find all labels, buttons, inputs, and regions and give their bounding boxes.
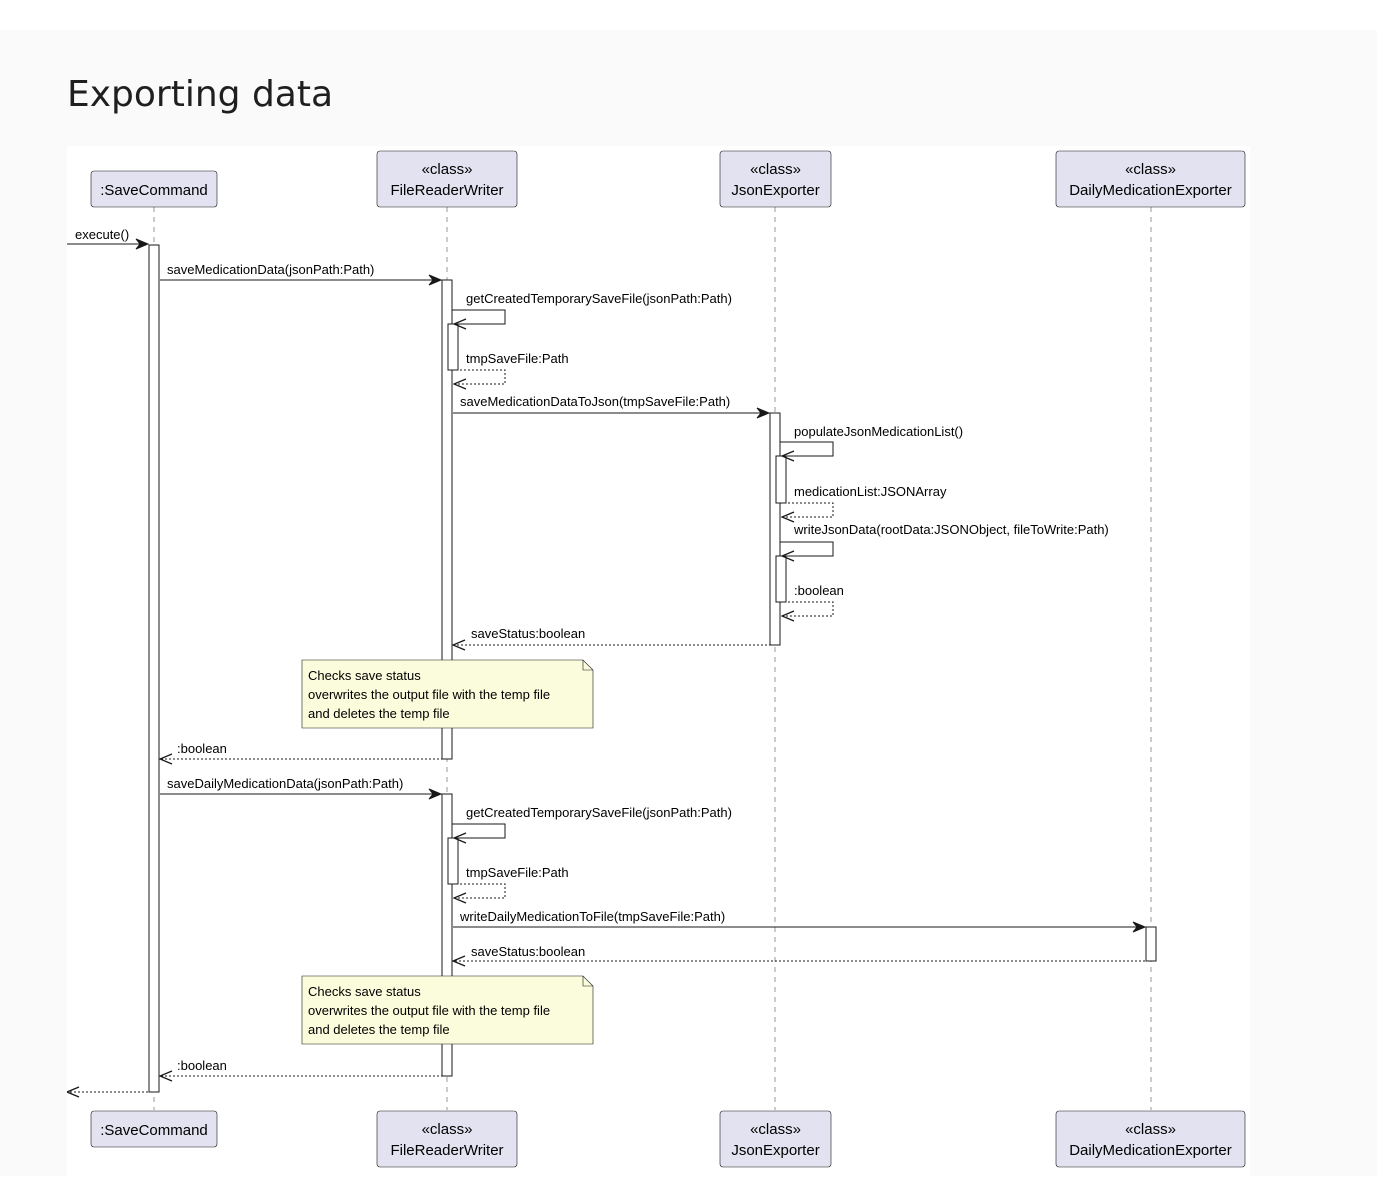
message-boolean: :boolean bbox=[160, 1058, 447, 1076]
message-label: saveMedicationData(jsonPath:Path) bbox=[167, 262, 374, 277]
activation-bar-json bbox=[769, 412, 781, 646]
activation-bar-frw bbox=[447, 323, 459, 371]
message-savemedicationdata-jsonpath-path: saveMedicationData(jsonPath:Path) bbox=[160, 262, 441, 280]
participant-name: JsonExporter bbox=[731, 1142, 819, 1159]
note-line: and deletes the temp file bbox=[308, 706, 450, 721]
message-arrow bbox=[452, 309, 506, 324]
participant-name: FileReaderWriter bbox=[390, 182, 503, 199]
message-tmpsavefile-path: tmpSaveFile:Path bbox=[452, 351, 569, 384]
message-execute: execute() bbox=[67, 227, 148, 244]
message-label: saveStatus:boolean bbox=[471, 944, 585, 959]
message-label: tmpSaveFile:Path bbox=[466, 865, 569, 880]
note: Checks save status overwrites the output … bbox=[301, 659, 594, 729]
participant-name: :SaveCommand bbox=[100, 1122, 208, 1139]
message-writejsondata-rootdata-jsonobject-filetowrite-path: writeJsonData(rootData:JSONObject, fileT… bbox=[780, 522, 1109, 556]
page-title: Exporting data bbox=[67, 74, 334, 115]
note-line: and deletes the temp file bbox=[308, 1022, 450, 1037]
message-populatejsonmedicationlist: populateJsonMedicationList() bbox=[780, 424, 963, 456]
message-getcreatedtemporarysavefile-jsonpath-path: getCreatedTemporarySaveFile(jsonPath:Pat… bbox=[452, 291, 732, 324]
participant-stereotype: «class» bbox=[750, 1121, 801, 1138]
note-line: overwrites the output file with the temp… bbox=[308, 687, 550, 702]
participant-json-bottom: «class» JsonExporter bbox=[719, 1110, 832, 1168]
message-arrow bbox=[452, 369, 506, 384]
participant-frw-top: «class» FileReaderWriter bbox=[376, 150, 518, 208]
message-label: getCreatedTemporarySaveFile(jsonPath:Pat… bbox=[466, 291, 732, 306]
note: Checks save status overwrites the output … bbox=[301, 975, 594, 1045]
message-getcreatedtemporarysavefile-jsonpath-path: getCreatedTemporarySaveFile(jsonPath:Pat… bbox=[452, 805, 732, 838]
participant-stereotype: «class» bbox=[1125, 161, 1176, 178]
message-label: tmpSaveFile:Path bbox=[466, 351, 569, 366]
message-savemedicationdatatojson-tmpsavefile-path: saveMedicationDataToJson(tmpSaveFile:Pat… bbox=[453, 394, 769, 413]
page: Exporting data execute() saveMedicationDa… bbox=[0, 30, 1377, 1176]
participant-frw-bottom: «class» FileReaderWriter bbox=[376, 1110, 518, 1168]
note-line: overwrites the output file with the temp… bbox=[308, 1003, 550, 1018]
participant-stereotype: «class» bbox=[422, 1121, 473, 1138]
activation-bar-save bbox=[148, 244, 160, 1093]
participant-name: DailyMedicationExporter bbox=[1069, 1142, 1232, 1159]
message-label: saveDailyMedicationData(jsonPath:Path) bbox=[167, 776, 403, 791]
note-line: Checks save status bbox=[308, 984, 421, 999]
message-medicationlist-jsonarray: medicationList:JSONArray bbox=[780, 484, 947, 517]
message-label: writeDailyMedicationToFile(tmpSaveFile:P… bbox=[459, 909, 725, 924]
message-boolean: :boolean bbox=[780, 583, 844, 616]
message-savestatus-boolean: saveStatus:boolean bbox=[453, 626, 775, 645]
participant-name: JsonExporter bbox=[731, 182, 819, 199]
message-label: populateJsonMedicationList() bbox=[794, 424, 963, 439]
sequence-diagram: execute() saveMedicationData(jsonPath:Pat… bbox=[67, 150, 1246, 1168]
message-label: execute() bbox=[75, 227, 129, 242]
participant-save-bottom: :SaveCommand bbox=[90, 1110, 218, 1148]
message-writedailymedicationtofile-tmpsavefile-path: writeDailyMedicationToFile(tmpSaveFile:P… bbox=[453, 909, 1145, 927]
participant-stereotype: «class» bbox=[750, 161, 801, 178]
participant-json-top: «class» JsonExporter bbox=[719, 150, 832, 208]
activation-bar-frw bbox=[447, 837, 459, 885]
message-savedailymedicationdata-jsonpath-path: saveDailyMedicationData(jsonPath:Path) bbox=[160, 776, 441, 794]
message-label: :boolean bbox=[177, 1058, 227, 1073]
diagram-canvas: execute() saveMedicationData(jsonPath:Pat… bbox=[67, 146, 1250, 1176]
participant-daily-bottom: «class» DailyMedicationExporter bbox=[1055, 1110, 1246, 1168]
note-line: Checks save status bbox=[308, 668, 421, 683]
activation-bar-daily bbox=[1145, 926, 1157, 962]
message-label: medicationList:JSONArray bbox=[794, 484, 947, 499]
message-boolean: :boolean bbox=[160, 741, 447, 759]
message-label: writeJsonData(rootData:JSONObject, fileT… bbox=[793, 522, 1109, 537]
participant-save-top: :SaveCommand bbox=[90, 170, 218, 208]
participant-stereotype: «class» bbox=[422, 161, 473, 178]
message-arrow bbox=[780, 541, 834, 556]
message-tmpsavefile-path: tmpSaveFile:Path bbox=[452, 865, 569, 898]
participant-name: FileReaderWriter bbox=[390, 1142, 503, 1159]
message-label: saveMedicationDataToJson(tmpSaveFile:Pat… bbox=[460, 394, 730, 409]
message-arrow bbox=[452, 823, 506, 838]
message-savestatus-boolean: saveStatus:boolean bbox=[453, 944, 1145, 961]
activation-bar-json bbox=[775, 555, 787, 603]
message-arrow bbox=[780, 441, 834, 456]
message-label: :boolean bbox=[794, 583, 844, 598]
message-label: saveStatus:boolean bbox=[471, 626, 585, 641]
participant-name: :SaveCommand bbox=[100, 182, 208, 199]
participant-stereotype: «class» bbox=[1125, 1121, 1176, 1138]
message-label: getCreatedTemporarySaveFile(jsonPath:Pat… bbox=[466, 805, 732, 820]
message-label: :boolean bbox=[177, 741, 227, 756]
message-arrow bbox=[780, 502, 834, 517]
participant-name: DailyMedicationExporter bbox=[1069, 182, 1232, 199]
activation-bar-json bbox=[775, 455, 787, 504]
message-arrow bbox=[452, 883, 506, 898]
message-arrow bbox=[780, 601, 834, 616]
participant-daily-top: «class» DailyMedicationExporter bbox=[1055, 150, 1246, 208]
